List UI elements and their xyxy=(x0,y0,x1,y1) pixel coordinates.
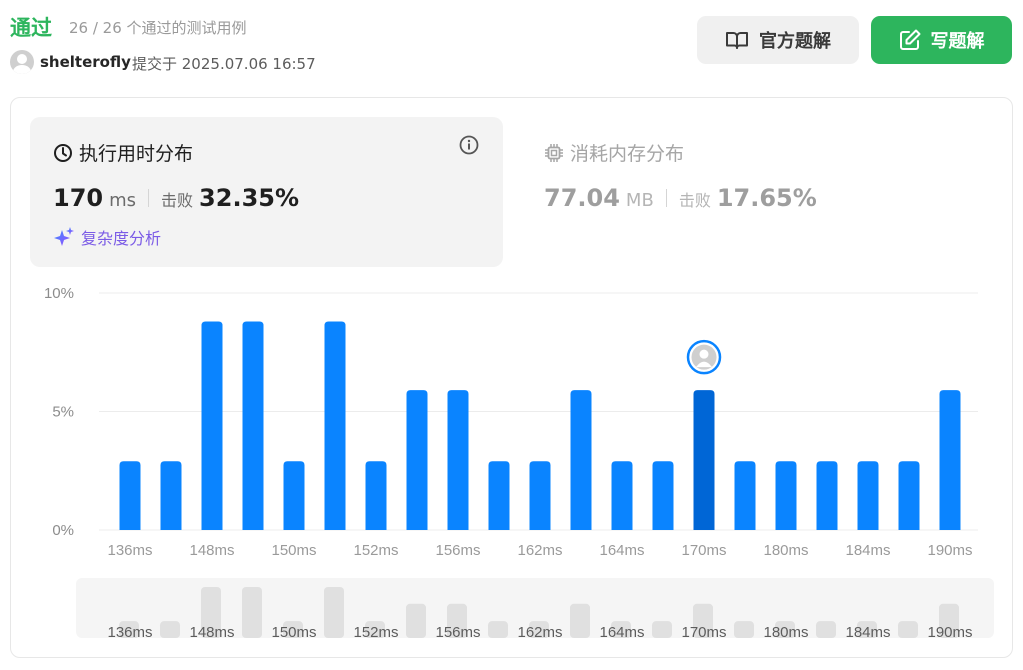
runtime-title-row: 执行用时分布 xyxy=(53,139,193,166)
x-tick-label: 190ms xyxy=(927,542,972,559)
submission-header: 通过 26 / 26 个通过的测试用例 shelterofly 提交于 2025… xyxy=(10,10,1015,78)
x-tick-label: 150ms xyxy=(271,542,316,559)
result-panel: 执行用时分布 170 ms 击败 32.35% 复杂度分析 消耗内存分布 77.… xyxy=(10,97,1013,658)
x-tick-label: 156ms xyxy=(435,542,480,559)
chart-bar[interactable] xyxy=(324,321,346,530)
chart-bar[interactable] xyxy=(488,461,510,530)
memory-title: 消耗内存分布 xyxy=(570,143,685,165)
x-tick-label: 162ms xyxy=(517,542,562,559)
avatar-marker xyxy=(691,344,717,370)
memory-beat-value: 17.65% xyxy=(716,184,817,212)
memory-beat-label: 击败 xyxy=(678,191,711,210)
book-icon xyxy=(726,32,748,49)
y-tick-label: 0% xyxy=(52,522,74,539)
chart-bar[interactable] xyxy=(775,461,797,530)
runtime-card[interactable]: 执行用时分布 170 ms 击败 32.35% 复杂度分析 xyxy=(30,117,503,267)
avatar[interactable] xyxy=(10,50,34,74)
runtime-unit: ms xyxy=(109,190,137,211)
chart-bar[interactable] xyxy=(242,321,264,530)
x-tick-label: 148ms xyxy=(189,542,234,559)
sparkle-icon xyxy=(54,227,74,246)
complexity-label: 复杂度分析 xyxy=(81,229,162,248)
x-tick-label: 164ms xyxy=(599,542,644,559)
chart-bar[interactable] xyxy=(652,461,674,530)
runtime-title: 执行用时分布 xyxy=(79,143,194,165)
chart-bar[interactable] xyxy=(816,461,838,530)
submit-time: 提交于 2025.07.06 16:57 xyxy=(132,55,316,73)
divider xyxy=(665,189,667,207)
avatar-marker-head xyxy=(699,349,709,359)
y-tick-label: 10% xyxy=(44,285,74,302)
chart-bar[interactable] xyxy=(693,390,715,530)
current-submission-marker xyxy=(686,339,722,375)
chip-icon xyxy=(545,143,563,162)
complexity-analysis-link[interactable]: 复杂度分析 xyxy=(53,225,161,249)
chart-bar[interactable] xyxy=(898,461,920,530)
x-tick-label: 136ms xyxy=(107,542,152,559)
username-link[interactable]: shelterofly xyxy=(40,53,131,71)
memory-value: 77.04 xyxy=(544,184,620,212)
x-tick-label: 184ms xyxy=(845,542,890,559)
chart-bar[interactable] xyxy=(365,461,387,530)
x-tick-label: 170ms xyxy=(681,542,726,559)
chart-bar[interactable] xyxy=(201,321,223,530)
chart-bar[interactable] xyxy=(160,461,182,530)
write-solution-label: 写题解 xyxy=(930,31,985,52)
range-brush[interactable] xyxy=(76,578,994,638)
runtime-value: 170 xyxy=(53,184,104,212)
chart-bar[interactable] xyxy=(119,461,141,530)
chart-bar[interactable] xyxy=(283,461,305,530)
runtime-metric: 170 ms 击败 32.35% xyxy=(53,184,299,212)
official-solution-label: 官方题解 xyxy=(759,31,831,52)
x-tick-label: 180ms xyxy=(763,542,808,559)
status-label: 通过 xyxy=(10,16,52,40)
chart-bar[interactable] xyxy=(447,390,469,530)
memory-title-row: 消耗内存分布 xyxy=(544,139,684,166)
chart-bar[interactable] xyxy=(734,461,756,530)
write-solution-button[interactable]: 写题解 xyxy=(871,16,1012,64)
x-tick-label: 152ms xyxy=(353,542,398,559)
y-tick-label: 5% xyxy=(52,404,74,421)
clock-icon xyxy=(54,143,72,162)
avatar-marker-body xyxy=(696,361,712,368)
chart-bar[interactable] xyxy=(570,390,592,530)
runtime-beat-label: 击败 xyxy=(161,191,194,210)
memory-metric: 77.04 MB 击败 17.65% xyxy=(544,184,817,212)
memory-card[interactable]: 消耗内存分布 77.04 MB 击败 17.65% xyxy=(525,117,995,267)
chart-bar[interactable] xyxy=(857,461,879,530)
memory-unit: MB xyxy=(625,190,654,211)
info-icon[interactable] xyxy=(459,135,479,155)
chart-bar[interactable] xyxy=(939,390,961,530)
chart-bar[interactable] xyxy=(406,390,428,530)
divider xyxy=(148,189,150,207)
chart-bar[interactable] xyxy=(529,461,551,530)
runtime-beat-value: 32.35% xyxy=(199,184,300,212)
official-solution-button[interactable]: 官方题解 xyxy=(697,16,859,64)
testcase-count: 26 / 26 个通过的测试用例 xyxy=(69,19,247,37)
edit-icon xyxy=(899,29,920,50)
chart-bar[interactable] xyxy=(611,461,633,530)
